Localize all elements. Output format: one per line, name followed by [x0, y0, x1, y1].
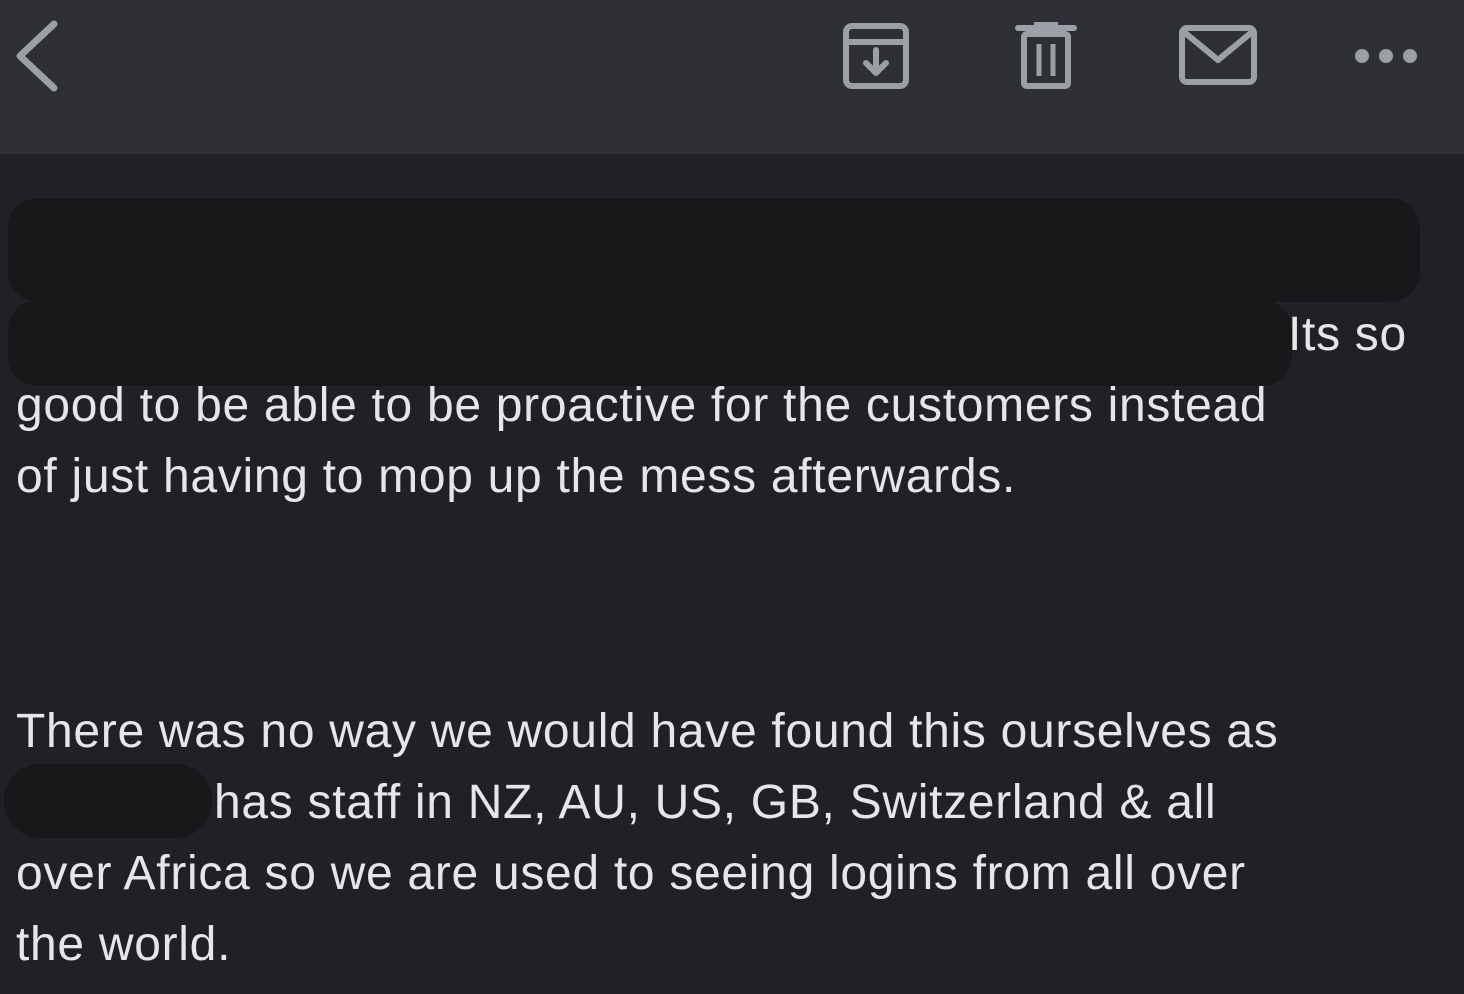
body-text-line: Its so	[1288, 308, 1407, 361]
more-horizontal-icon[interactable]	[1348, 36, 1424, 76]
body-text-line: has staff in NZ, AU, US, GB, Switzerland…	[214, 776, 1217, 829]
body-text-line: the world.	[16, 918, 232, 971]
trash-icon[interactable]	[1010, 16, 1082, 96]
body-text-line: over Africa so we are used to seeing log…	[16, 847, 1246, 900]
chevron-left-icon[interactable]	[8, 16, 68, 96]
body-text-line: good to be able to be proactive for the …	[16, 379, 1268, 432]
top-toolbar	[0, 0, 1464, 154]
body-text-line: of just having to mop up the mess afterw…	[16, 450, 1016, 503]
redaction-block	[4, 764, 212, 838]
message-body: Its so good to be able to be proactive f…	[0, 154, 1464, 994]
mail-icon[interactable]	[1176, 22, 1260, 88]
redaction-block	[8, 198, 1420, 302]
body-text-line: There was no way we would have found thi…	[16, 705, 1279, 758]
archive-icon[interactable]	[838, 18, 914, 94]
